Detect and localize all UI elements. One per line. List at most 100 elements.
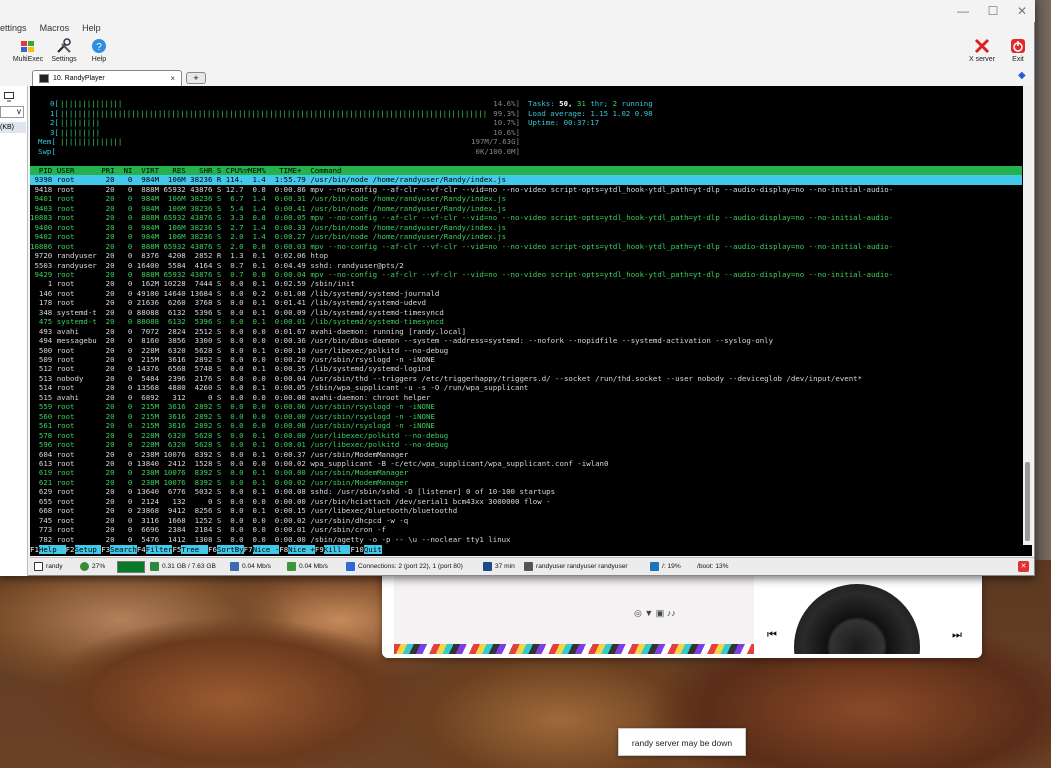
tab-strip: 10. RandyPlayer × + [30,70,1035,86]
fkey-f2[interactable]: F2Setup [66,545,102,554]
fkey-f8[interactable]: F8Nice + [279,545,315,554]
process-row[interactable]: 9403 root 20 0 984M 106M 38236 S 5.4 1.4… [30,204,1022,213]
multiexec-button[interactable]: MultiExec [8,36,48,63]
cpu-graph [117,561,145,573]
process-row[interactable]: 493 avahi 20 0 7072 2824 2512 S 0.0 0.0 … [30,327,1022,336]
cpu1-meter: 1[||||||||||||||||||||||||||||||||||||||… [50,108,520,118]
process-row[interactable]: 9398 root 20 0 984M 106M 38236 R 114. 1.… [30,175,1022,185]
process-row[interactable]: 561 root 20 0 215M 3616 2892 S 0.0 0.0 0… [30,421,1022,430]
process-row[interactable]: 9429 root 20 0 888M 65932 43876 S 0.7 0.… [30,270,1022,279]
help-button[interactable]: ? Help [79,36,119,63]
process-row[interactable]: 668 root 20 0 23868 9412 8256 S 0.0 0.1 … [30,506,1022,515]
album-credits [404,618,749,646]
exit-button[interactable]: Exit [998,36,1038,63]
sidebar-dropdown[interactable]: v [0,106,24,118]
menu-settings[interactable]: ettings [0,23,27,33]
error-icon[interactable]: ✕ [1018,561,1029,572]
close-tab-icon[interactable]: × [170,71,175,86]
process-row[interactable]: 613 root 20 0 13840 2412 1528 S 0.0 0.0 … [30,459,1022,468]
swap-meter: Swp[0K/100.0M] [38,146,520,156]
process-row[interactable]: 10883 root 20 0 888M 65932 43876 S 3.3 0… [30,213,1022,222]
process-row[interactable]: 745 root 20 0 3116 1668 1252 S 0.0 0.0 0… [30,516,1022,525]
fkey-key: F1 [30,545,39,554]
process-row[interactable]: 9402 root 20 0 984M 106M 38236 S 2.0 1.4… [30,232,1022,241]
fkey-label: Nice - [252,545,280,554]
cpu3-meter: 3[||||||||| 10.6%] [50,127,520,137]
toolbar: MultiExec Settings ? Help X server Exit … [0,36,1038,81]
terminal-scrollbar[interactable] [1023,86,1032,545]
menu-help[interactable]: Help [82,23,101,33]
process-row[interactable]: 475 systemd-t 20 0 88088 6132 5396 S 0.0… [30,317,1022,326]
status-session-time: 37 min [483,561,515,573]
svg-text:?: ? [96,42,102,53]
process-row[interactable]: 146 root 20 0 49100 14640 13684 S 0.0 0.… [30,289,1022,298]
process-row[interactable]: 10886 root 20 0 888M 65932 43876 S 2.0 0… [30,242,1022,251]
fkey-f5[interactable]: F5Tree [172,545,209,554]
process-row[interactable]: 513 nobody 20 0 5484 2396 2176 S 0.0 0.0… [30,374,1022,383]
fkey-label: Setup [74,545,102,554]
process-row[interactable]: 1 root 20 0 162M 10228 7444 S 0.0 0.1 0:… [30,279,1022,288]
settings-button[interactable]: Settings [44,36,84,63]
process-row[interactable]: 515 avahi 20 0 6892 312 0 S 0.0 0.0 0:00… [30,393,1022,402]
process-row[interactable]: 9401 root 20 0 984M 106M 38236 S 6.7 1.4… [30,194,1022,203]
process-row[interactable]: 782 root 20 0 5476 1412 1308 S 0.0 0.0 0… [30,535,1022,544]
fkey-key: F9 [314,545,324,554]
process-row[interactable]: 509 root 20 0 215M 3616 2892 S 0.0 0.0 0… [30,355,1022,364]
users-icon [524,561,533,571]
upload-icon [230,561,239,571]
process-row[interactable]: 629 root 20 0 13640 6776 5032 S 0.0 0.1 … [30,487,1022,496]
process-row[interactable]: 5503 randyuser 20 0 16400 5584 4164 S 0.… [30,261,1022,270]
process-row[interactable]: 9418 root 20 0 888M 65932 43876 S 12.7 0… [30,185,1022,194]
process-row[interactable]: 9400 root 20 0 984M 106M 38236 S 2.7 1.4… [30,223,1022,232]
process-row[interactable]: 621 root 20 0 238M 10076 8392 S 0.0 0.1 … [30,478,1022,487]
process-row[interactable]: 578 root 20 0 228M 6320 5628 S 0.0 0.1 0… [30,431,1022,440]
process-row[interactable]: 9720 randyuser 20 0 8376 4208 2852 R 1.3… [30,251,1022,260]
fkey-f9[interactable]: F9Kill [315,545,351,554]
album-art: ◎ ▼ ▣ ♪♪ [394,574,754,654]
fkey-f3[interactable]: F3Search [101,545,137,554]
notification-toast[interactable]: randy server may be down [618,728,746,756]
fkey-f6[interactable]: F6SortBy [208,545,244,554]
process-table-header[interactable]: PID USER PRI NI VIRT RES SHR S CPU%▽MEM%… [30,166,1022,176]
terminal-htop[interactable]: 0[|||||||||||||| 14.6%] 1[|||||||||||||||… [30,86,1032,556]
process-row[interactable]: 512 root 20 0 14376 6568 5748 S 0.0 0.1 … [30,364,1022,373]
new-tab-button[interactable]: + [186,72,206,84]
process-row[interactable]: 348 systemd-t 20 0 88088 6132 5396 S 0.0… [30,308,1022,317]
tasks-summary: Tasks: 50, 31 thr; 2 running [528,99,653,108]
fkey-f7[interactable]: F7Nice - [244,545,280,554]
process-row[interactable]: 596 root 20 0 228M 6320 5628 S 0.0 0.1 0… [30,440,1022,449]
fkey-f10[interactable]: F10Quit [350,545,382,554]
minimize-icon[interactable]: — [953,4,973,18]
process-row[interactable]: 604 root 20 0 238M 10076 8392 S 0.0 0.1 … [30,450,1022,459]
maximize-icon[interactable]: ☐ [983,4,1003,18]
x-server-button[interactable]: X server [962,36,1002,63]
scrollbar-thumb[interactable] [1025,462,1030,541]
process-row[interactable]: 559 root 20 0 215M 3616 2892 S 0.0 0.0 0… [30,402,1022,411]
connections-icon [346,561,355,571]
fkey-label: Filter [145,545,173,554]
process-row[interactable]: 494 messagebu 20 0 8160 3856 3300 S 0.0 … [30,336,1022,345]
fkey-key: F8 [279,545,289,554]
next-track-icon[interactable]: ⏭ [950,628,964,642]
disk-icon [650,561,659,571]
process-row[interactable]: 560 root 20 0 215M 3616 2892 S 0.0 0.0 0… [30,412,1022,421]
fkey-label: Help [38,545,66,554]
process-row[interactable]: 619 root 20 0 238M 10076 8392 S 0.0 0.1 … [30,468,1022,477]
process-row[interactable]: 178 root 20 0 21636 6260 3768 S 0.0 0.1 … [30,298,1022,307]
process-row[interactable]: 773 root 20 0 6696 2384 2184 S 0.0 0.0 0… [30,525,1022,534]
process-row[interactable]: 514 root 20 0 13568 4880 4260 S 0.0 0.1 … [30,383,1022,392]
process-row[interactable]: 655 root 20 0 2124 132 0 S 0.0 0.0 0:00.… [30,497,1022,506]
fkey-label: Nice + [288,545,315,554]
monitor-icon[interactable] [4,92,14,102]
close-window-icon[interactable]: ✕ [1012,4,1032,18]
status-users: randyuser randyuser randyuser [524,561,628,573]
fkey-f4[interactable]: F4Filter [137,545,173,554]
previous-track-icon[interactable]: ⏮ [765,628,779,642]
process-row[interactable]: 500 root 20 0 228M 6320 5628 S 0.0 0.1 0… [30,346,1022,355]
vinyl-disc [792,574,922,654]
fkey-f1[interactable]: F1Help [30,545,66,554]
menu-macros[interactable]: Macros [40,23,70,33]
terminal-icon [39,74,49,83]
fkey-label: SortBy [216,545,244,554]
tab-randyplayer[interactable]: 10. RandyPlayer × [32,70,182,86]
